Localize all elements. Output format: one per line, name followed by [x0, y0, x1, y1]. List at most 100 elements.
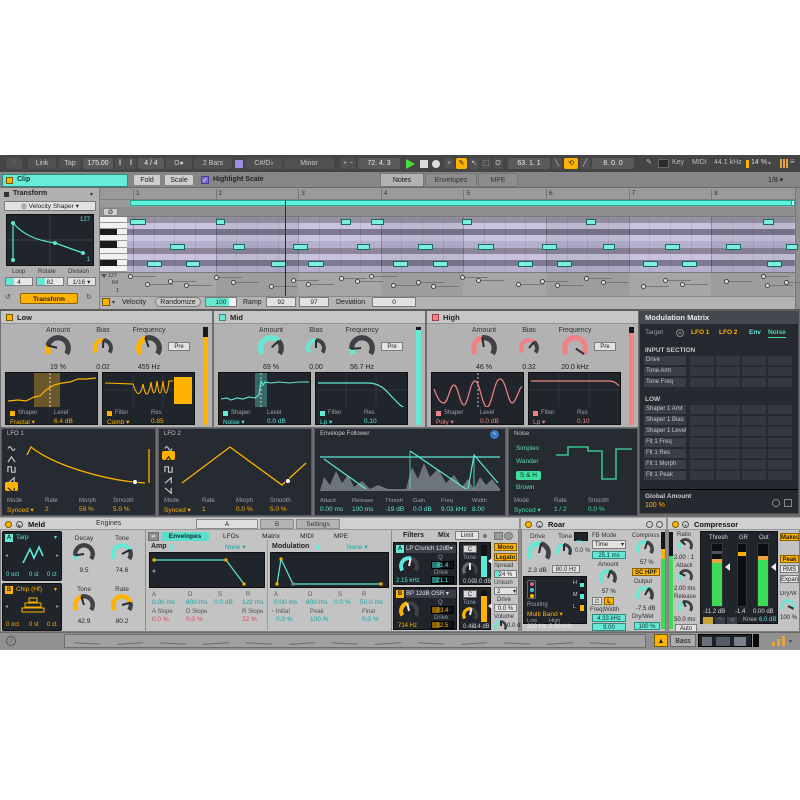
lane-chooser-dropdown[interactable]: ▾ — [112, 299, 115, 306]
roar-drywet-field[interactable]: 100 % — [634, 622, 660, 630]
meld-activator[interactable] — [5, 521, 12, 528]
mod-env-assign-menu[interactable]: None ▾ — [347, 543, 368, 551]
engine-a-prev-icon[interactable]: ◂ — [5, 552, 8, 559]
velocity-marker[interactable] — [184, 283, 189, 288]
noise-rate-value[interactable]: 1 / 2 — [554, 506, 567, 513]
low-filter-display[interactable]: Filter Res Comb ▾ 0.85 — [102, 372, 195, 426]
matrix-cell[interactable] — [716, 378, 740, 387]
matrix-cell[interactable] — [742, 449, 766, 458]
noise-option[interactable]: Wander — [516, 458, 539, 465]
scale-button[interactable]: Scale — [164, 174, 194, 186]
matrix-target-lfo2[interactable]: LFO 2 — [719, 329, 737, 336]
low-freq-knob[interactable] — [136, 335, 162, 361]
lfo1-wave-icon-0[interactable] — [5, 440, 18, 451]
loop-length-field[interactable]: 8. 0. 0 — [592, 158, 634, 169]
no-overlap-button[interactable]: Ø — [103, 208, 118, 216]
low-filter-onoff[interactable] — [107, 411, 112, 416]
attack-value[interactable]: 2.00 ms — [674, 586, 695, 592]
roar-preset-icon[interactable] — [646, 521, 653, 528]
envf-param-value[interactable]: -19 dB — [385, 506, 404, 513]
engine-b-tone-knob[interactable] — [73, 594, 95, 616]
mid-filter-onoff[interactable] — [320, 411, 325, 416]
mix-a-meter[interactable] — [481, 545, 487, 577]
play-button[interactable] — [406, 159, 415, 169]
engine-b-next-icon[interactable]: ▸ — [56, 603, 59, 610]
matrix-cell[interactable] — [716, 405, 740, 414]
matrix-global-value[interactable]: 100 % — [645, 502, 665, 509]
limit-button[interactable]: Limit — [455, 531, 479, 540]
mod-a-value[interactable]: 0.00 ms — [274, 599, 297, 606]
comp-drywet-knob[interactable] — [781, 599, 795, 613]
groove-button[interactable]: O● — [166, 158, 192, 169]
mix-b-meter[interactable] — [481, 590, 487, 622]
matrix-row-label[interactable]: Flt 1 Morph — [644, 460, 686, 469]
engine-b-k2-value[interactable]: 80.2 — [106, 618, 138, 625]
quantize-menu[interactable]: 2 Bars — [194, 158, 232, 169]
meld-subtab-lfos[interactable]: LFOs — [216, 532, 246, 541]
roar-fold-icon[interactable]: ▲ — [536, 521, 543, 528]
mod-initial-value[interactable]: 0.0 % — [276, 616, 293, 623]
tempo-field[interactable]: 175.00 — [83, 158, 113, 169]
ramp-from-field[interactable]: 92 — [266, 297, 296, 307]
selection-box-icon[interactable]: ⬚ — [481, 158, 491, 169]
release-value[interactable]: 50.0 ms — [674, 617, 695, 623]
metronome-icon[interactable]: ‖ — [115, 158, 125, 169]
roar-output-knob[interactable] — [636, 586, 654, 604]
roar-amount-value[interactable]: 57 % — [602, 589, 616, 595]
piano-key-white[interactable] — [100, 265, 127, 273]
matrix-row-label[interactable]: Flt 1 Res — [644, 449, 686, 458]
meld-subtab-matrix[interactable]: Matrix — [254, 532, 288, 541]
roar-tone-freq-field[interactable]: 80.0 Hz — [552, 565, 580, 573]
arrangement-position[interactable]: 72. 4. 3 — [358, 158, 400, 169]
mix-b-tone-knob[interactable] — [462, 607, 478, 623]
root-note-menu[interactable]: C#/D♭ — [246, 158, 282, 169]
low-pre-button[interactable]: Pre — [168, 342, 190, 351]
lfo1-waveform[interactable] — [21, 439, 153, 491]
session-view-icon[interactable] — [780, 159, 788, 168]
velocity-marker[interactable] — [431, 284, 436, 289]
engine-a-next-icon[interactable]: ▸ — [56, 552, 59, 559]
matrix-row-label[interactable]: Shaper 1 Bias — [644, 416, 686, 425]
matrix-cell[interactable] — [768, 438, 792, 447]
punch-out-icon[interactable]: ╱ — [580, 158, 590, 169]
amp-d-value[interactable]: 600 ms — [186, 599, 207, 606]
velocity-marker[interactable] — [391, 283, 396, 288]
info-icon[interactable]: i — [6, 636, 16, 646]
tab-mpe[interactable]: MPE — [478, 173, 518, 187]
roar-activator[interactable] — [525, 521, 532, 528]
engine-a-decay-knob[interactable] — [73, 543, 95, 565]
low-level-value[interactable]: 6.4 dB — [54, 418, 73, 425]
cpu-dropdown-icon[interactable]: ▾ — [768, 160, 771, 167]
velocity-marker[interactable] — [460, 275, 465, 280]
matrix-cell[interactable] — [690, 471, 714, 480]
engine-b-dropdown-icon[interactable]: ▾ — [54, 586, 57, 593]
low-res-value[interactable]: 0.85 — [151, 418, 164, 425]
lfo1-morph-value[interactable]: 59 % — [79, 506, 94, 513]
punch-in-icon[interactable]: ╲ — [552, 158, 562, 169]
activity-icon[interactable] — [703, 617, 713, 624]
midi-note[interactable] — [418, 244, 433, 250]
transform-apply-button[interactable]: Transform — [20, 293, 78, 304]
bar-number[interactable]: 2 — [219, 190, 223, 197]
mod-final-value[interactable]: 0.0 % — [362, 616, 379, 623]
midi-note[interactable] — [130, 219, 146, 225]
roar-hotswap-icon[interactable] — [656, 521, 663, 528]
lfo2-waveform[interactable] — [178, 439, 310, 491]
amp-r-value[interactable]: 122 ms — [242, 599, 263, 606]
velocity-marker[interactable] — [724, 279, 729, 284]
knee-value[interactable]: 6.0 dB — [759, 617, 776, 623]
midi-note[interactable] — [186, 261, 200, 267]
lfo1-wave-icon-4[interactable] — [5, 482, 18, 495]
midi-note[interactable] — [371, 219, 384, 225]
mid-shaper-type[interactable]: Noise ▾ — [223, 418, 245, 426]
fold-button[interactable]: Fold — [133, 174, 161, 186]
midi-note[interactable] — [170, 244, 185, 250]
midi-note[interactable] — [293, 244, 308, 250]
lfo2-morph-value[interactable]: 0.0 % — [236, 506, 253, 513]
midi-note[interactable] — [682, 261, 697, 267]
roar-drive-knob[interactable] — [527, 541, 551, 565]
fb-link-button[interactable]: L — [604, 597, 614, 605]
expand-button[interactable]: Expand — [780, 575, 799, 583]
high-amount-knob[interactable] — [471, 335, 497, 361]
matrix-target-noise[interactable]: Noise — [768, 329, 786, 338]
